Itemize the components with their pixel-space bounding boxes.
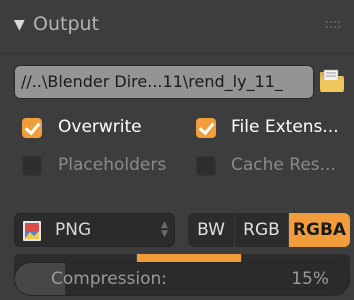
- triangle-down-icon[interactable]: ▼: [14, 17, 25, 33]
- folder-browse-button[interactable]: [317, 66, 347, 98]
- file-format-select[interactable]: PNG ▲ ▼: [14, 213, 175, 247]
- compression-slider[interactable]: Compression: 15%: [14, 262, 350, 296]
- panel-title: Output: [33, 13, 99, 35]
- file-format-value: PNG: [55, 220, 92, 240]
- file-extensions-label: File Extens...: [231, 117, 339, 137]
- panel-header[interactable]: ▼ Output: [0, 0, 354, 54]
- placeholders-label: Placeholders: [58, 155, 167, 175]
- cache-result-label: Cache Res...: [231, 155, 336, 175]
- checkbox-checked-icon[interactable]: [196, 118, 216, 138]
- compression-label: Compression:: [51, 269, 168, 289]
- color-mode-bw-button[interactable]: BW: [188, 213, 234, 247]
- checkbox-unchecked-icon[interactable]: [196, 156, 216, 176]
- drag-handle-icon[interactable]: [326, 19, 342, 31]
- compression-value: 15%: [291, 269, 329, 289]
- checkbox-checked-icon[interactable]: [22, 118, 42, 138]
- image-file-icon: [23, 221, 41, 241]
- output-panel: ▼ Output //..\Blender Dire...11\rend_ly_…: [0, 0, 354, 300]
- color-mode-rgba-button[interactable]: RGBA: [289, 213, 350, 247]
- folder-browse-icon: [320, 69, 344, 92]
- output-path-field[interactable]: //..\Blender Dire...11\rend_ly_11_: [14, 65, 314, 99]
- checkbox-unchecked-icon[interactable]: [22, 156, 42, 176]
- updown-arrows-icon: ▲ ▼: [161, 220, 168, 239]
- overwrite-label: Overwrite: [58, 117, 142, 137]
- color-mode-rgb-button[interactable]: RGB: [235, 213, 288, 247]
